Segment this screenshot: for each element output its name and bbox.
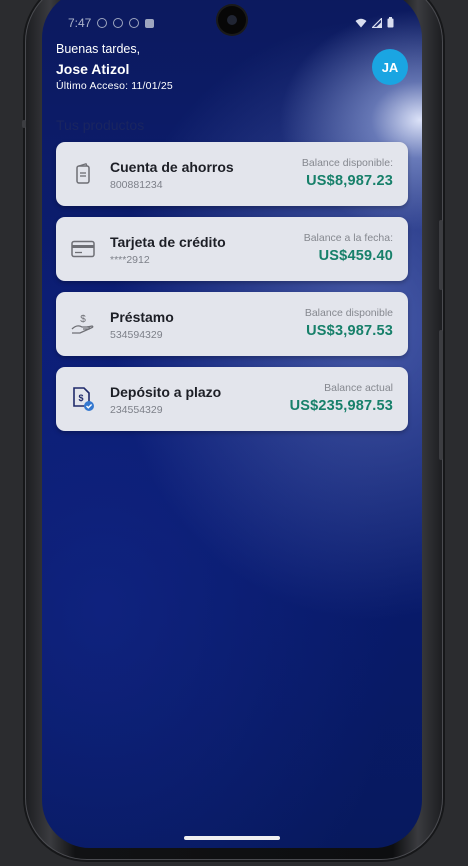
- product-number: 234554329: [110, 404, 163, 416]
- product-card-loan[interactable]: $ Préstamo 534594329 Balance disponible …: [56, 292, 408, 356]
- product-name: Cuenta de ahorros: [110, 159, 234, 175]
- credit-card-icon: [70, 236, 96, 262]
- app-screen: 7:47 Buenas tardes, Jose Atizol Último A…: [42, 0, 422, 848]
- power-button: [439, 330, 443, 460]
- product-card-term-deposit[interactable]: $ Depósito a plazo 234554329 Balance act…: [56, 367, 408, 431]
- status-right: [355, 17, 394, 28]
- signal-icon: [372, 17, 382, 28]
- notification-icon-2: [113, 18, 124, 28]
- wifi-icon: [355, 18, 367, 27]
- product-card-savings[interactable]: Cuenta de ahorros 800881234 Balance disp…: [56, 142, 408, 206]
- avatar[interactable]: JA: [372, 49, 408, 85]
- term-deposit-document-icon: $: [70, 386, 96, 412]
- loan-hand-dollar-icon: $: [70, 311, 96, 337]
- greeting-text: Buenas tardes,: [56, 42, 141, 56]
- product-number: ****2912: [110, 254, 150, 266]
- balance-label: Balance disponible:: [301, 157, 393, 169]
- last-access-info: Último Acceso: 11/01/25: [56, 80, 173, 92]
- balance-value: US$8,987.23: [306, 173, 393, 189]
- notification-icon-3: [129, 18, 140, 28]
- left-side-button: [22, 120, 26, 128]
- svg-text:$: $: [80, 314, 86, 325]
- product-card-credit[interactable]: Tarjeta de crédito ****2912 Balance a la…: [56, 217, 408, 281]
- home-indicator-bar[interactable]: [184, 836, 280, 840]
- balance-label: Balance actual: [324, 382, 393, 394]
- product-name: Tarjeta de crédito: [110, 234, 226, 250]
- balance-label: Balance disponible: [304, 307, 393, 319]
- status-time: 7:47: [68, 16, 92, 30]
- battery-icon: [387, 17, 394, 28]
- device-stage: 7:47 Buenas tardes, Jose Atizol Último A…: [0, 0, 468, 866]
- svg-text:$: $: [78, 393, 83, 403]
- front-camera: [218, 6, 246, 34]
- last-access-label: Último Acceso:: [56, 80, 129, 92]
- last-access-date: 11/01/25: [131, 80, 173, 92]
- volume-button: [439, 220, 443, 290]
- product-name: Depósito a plazo: [110, 384, 222, 400]
- product-number: 800881234: [110, 179, 163, 191]
- balance-value: US$235,987.53: [289, 398, 393, 414]
- notification-icon: [97, 18, 108, 28]
- product-number: 534594329: [110, 329, 163, 341]
- balance-value: US$459.40: [318, 248, 393, 264]
- status-left: 7:47: [68, 16, 155, 30]
- products-section-title: Tus productos: [56, 117, 145, 133]
- savings-account-icon: [70, 161, 96, 187]
- balance-value: US$3,987.53: [306, 323, 393, 339]
- notification-icon-4: [145, 18, 155, 28]
- balance-label: Balance a la fecha:: [303, 232, 393, 244]
- product-name: Préstamo: [110, 309, 174, 325]
- user-name: Jose Atizol: [56, 61, 130, 77]
